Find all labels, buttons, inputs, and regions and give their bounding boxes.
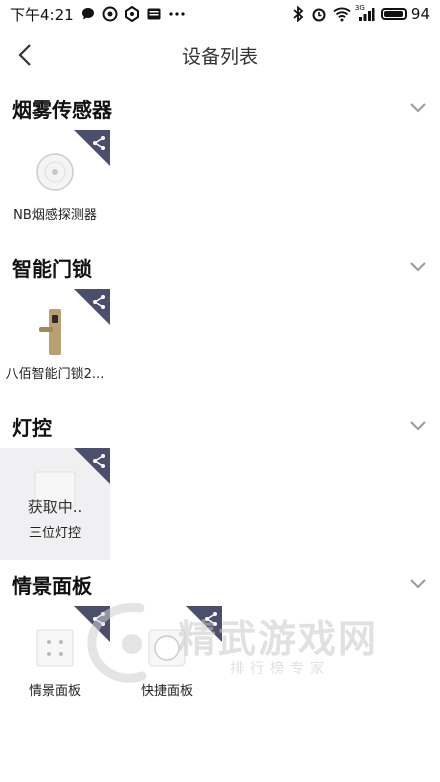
share-icon[interactable] (74, 130, 110, 166)
message-icon (80, 6, 96, 22)
device-card-smart-lock[interactable]: 八佰智能门锁2... (0, 289, 110, 401)
app-notification-icon (102, 6, 118, 22)
section-header-smoke-sensor[interactable]: 烟雾传感器 (0, 88, 440, 128)
section-title: 智能门锁 (12, 257, 92, 281)
share-icon[interactable] (74, 289, 110, 325)
device-name: NB烟感探测器 (13, 208, 97, 223)
share-icon[interactable] (74, 448, 110, 484)
device-card-nb-smoke-detector[interactable]: NB烟感探测器 (0, 130, 110, 242)
page-title: 设备列表 (181, 46, 258, 68)
section-title: 灯控 (12, 416, 52, 440)
loading-status: 获取中.. (27, 498, 83, 516)
chevron-down-icon[interactable] (406, 572, 430, 596)
battery-percent: 94 (410, 5, 430, 23)
bluetooth-icon (291, 6, 305, 22)
nav-bar: 设备列表 (0, 28, 440, 82)
signal-icon: 3G (354, 4, 375, 22)
battery-icon: 94 (380, 5, 430, 23)
device-card-quick-panel[interactable]: 快捷面板 (112, 606, 222, 718)
chevron-down-icon[interactable] (406, 414, 430, 438)
section-header-light-control[interactable]: 灯控 (0, 406, 440, 446)
device-name: 八佰智能门锁2... (5, 367, 105, 382)
chevron-down-icon[interactable] (406, 96, 430, 120)
device-card-light-control[interactable]: 获取中.. 三位灯控 (0, 448, 110, 560)
status-bar: 下午4:21 3G 94 (0, 0, 440, 28)
section-header-scene-panel[interactable]: 情景面板 (0, 564, 440, 604)
section-title: 烟雾传感器 (12, 98, 112, 122)
device-name: 三位灯控 (28, 526, 81, 541)
news-notification-icon (146, 6, 162, 22)
status-time: 下午4:21 (10, 5, 74, 24)
device-name: 快捷面板 (140, 684, 193, 699)
sync-notification-icon (124, 6, 140, 22)
share-icon[interactable] (186, 606, 222, 642)
status-right: 3G 94 (291, 4, 430, 23)
section-header-smart-lock[interactable]: 智能门锁 (0, 247, 440, 287)
alarm-icon (311, 6, 327, 22)
signal-type-label: 3G (354, 4, 365, 12)
battery-body (380, 8, 407, 20)
watermark-sub: 排行榜专家 (230, 661, 330, 677)
section-title: 情景面板 (12, 574, 92, 598)
battery-fill (383, 11, 403, 17)
wifi-icon (333, 6, 351, 22)
share-icon[interactable] (74, 606, 110, 642)
more-notifications-icon (168, 6, 186, 22)
device-name: 情景面板 (28, 684, 81, 699)
chevron-down-icon[interactable] (406, 255, 430, 279)
status-left: 下午4:21 (10, 4, 186, 25)
device-card-scene-panel[interactable]: 情景面板 (0, 606, 110, 718)
